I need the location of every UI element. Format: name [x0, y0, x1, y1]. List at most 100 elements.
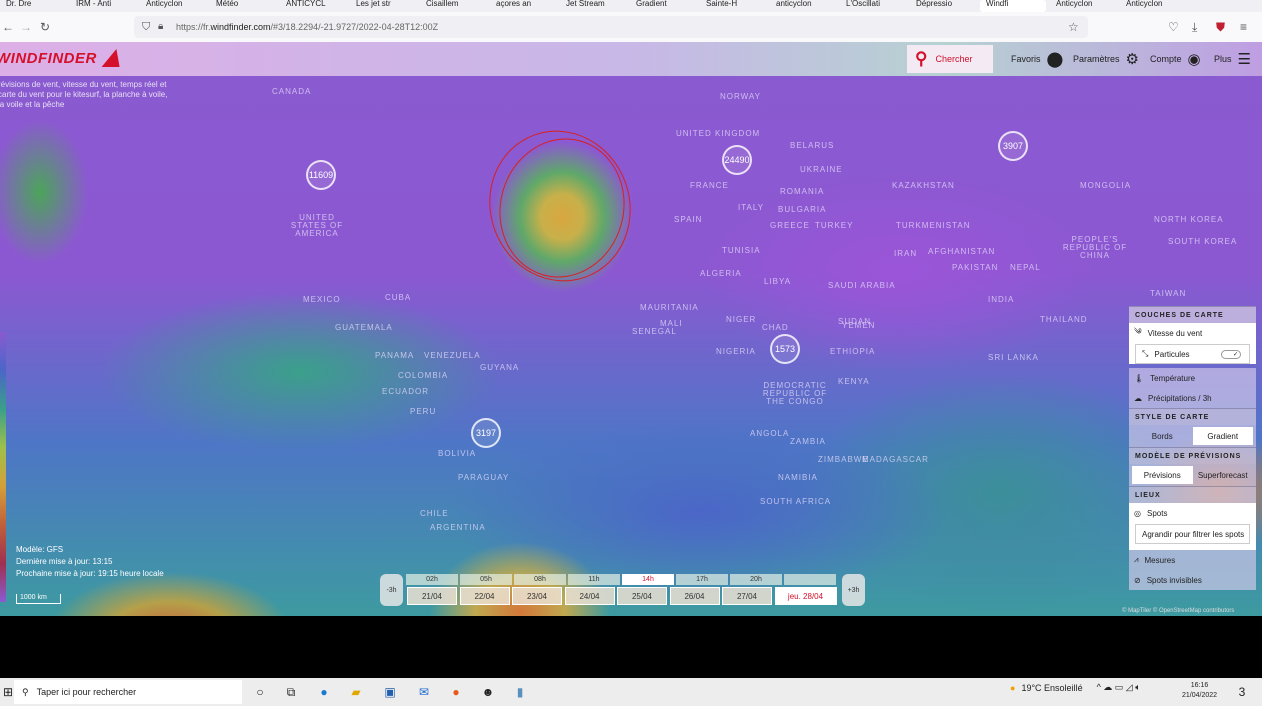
app-icon[interactable]: ▮ [512, 684, 528, 700]
settings-button[interactable]: Paramètres ⚙ [1073, 50, 1139, 68]
clock[interactable]: 16:16 21/04/2022 [1182, 681, 1217, 701]
browser-tab[interactable]: L'Oscillati [840, 0, 906, 12]
tray-icons[interactable]: ^ ☁ ▭ ◿ 🔈︎ [1097, 682, 1141, 693]
country-label: PANAMA [375, 351, 415, 360]
day-button[interactable]: 23/04 [512, 587, 562, 605]
browser-tab[interactable]: Sainte-H [700, 0, 766, 12]
country-label: KAZAKHSTAN [892, 181, 955, 190]
task-view-icon[interactable]: ⧉ [283, 684, 299, 700]
spot-cluster[interactable]: 3197 [471, 418, 501, 448]
browser-tab[interactable]: Jet Stream [560, 0, 626, 12]
hour-tick[interactable]: 08h [514, 574, 566, 585]
reload-icon[interactable]: ↻ [40, 20, 50, 34]
style-borders-button[interactable]: Bords [1132, 427, 1193, 445]
country-label: CUBA [385, 293, 412, 302]
country-label: GUATEMALA [335, 323, 393, 332]
browser-tab[interactable]: Anticyclon [1120, 0, 1186, 12]
spot-cluster[interactable]: 1573 [770, 334, 800, 364]
browser-tab[interactable]: anticyclon [770, 0, 836, 12]
layer-wind-speed[interactable]: ༄ Vitesse du vent [1129, 323, 1256, 343]
store-icon[interactable]: ▣ [382, 684, 398, 700]
day-button[interactable]: 27/04 [722, 587, 772, 605]
browser-tab[interactable]: ANTICYCL [280, 0, 346, 12]
country-label: UNITED STATES OF AMERICA [290, 213, 344, 238]
wind-map[interactable]: CANADA UNITED STATES OF AMERICA MEXICO CUBA… [0, 42, 1262, 616]
spots-row[interactable]: ◎ Spots [1129, 503, 1256, 523]
wind-label: Vitesse du vent [1147, 328, 1203, 338]
measures-row[interactable]: ⩘ Mesures [1129, 550, 1256, 570]
hour-tick[interactable]: 05h [460, 574, 512, 585]
next-3h-button[interactable]: +3h [842, 574, 865, 606]
style-gradient-button[interactable]: Gradient [1192, 427, 1253, 445]
browser-tab[interactable]: Cisaillem [420, 0, 486, 12]
day-button[interactable]: 22/04 [459, 587, 510, 605]
superforecast-button[interactable]: Superforecast [1193, 466, 1254, 484]
day-button[interactable]: 25/04 [617, 587, 667, 605]
day-button[interactable]: jeu. 28/04 [774, 587, 837, 605]
particles-toggle[interactable]: ✓ [1221, 349, 1241, 359]
favorites-button[interactable]: Favoris ⬤ [1011, 50, 1063, 68]
hour-tick[interactable]: 02h [406, 574, 458, 585]
download-icon[interactable]: ⤓ [1192, 20, 1197, 35]
precip-label: Précipitations / 3h [1148, 393, 1212, 403]
country-label: TURKMENISTAN [896, 221, 971, 230]
menu-icon[interactable]: ≡ [1240, 20, 1247, 34]
hour-tick[interactable]: 20h [730, 574, 782, 585]
layer-temperature[interactable]: 🌡︎ Température [1129, 368, 1256, 388]
browser-tab[interactable]: Dr. Dre [0, 0, 66, 12]
hour-tick[interactable]: 14h [622, 574, 674, 585]
country-label: THAILAND [1040, 315, 1088, 324]
firefox-icon[interactable]: ● [448, 684, 464, 700]
notifications-icon[interactable]: 3 [1234, 684, 1250, 700]
forward-icon[interactable]: → [20, 20, 32, 34]
layers-heading: COUCHES DE CARTE [1129, 306, 1256, 323]
country-label: NIGERIA [716, 347, 756, 356]
browser-tab[interactable]: Les jet str [350, 0, 416, 12]
model-name: Modèle: GFS [16, 545, 64, 554]
hour-tick[interactable]: 11h [568, 574, 620, 585]
mail-icon[interactable]: ✉ [416, 684, 432, 700]
cortana-icon[interactable]: ○ [252, 684, 268, 700]
browser-tab[interactable]: Gradient [630, 0, 696, 12]
invisible-spots-row[interactable]: ⊘ Spots invisibles [1129, 570, 1256, 590]
spot-cluster[interactable]: 3907 [998, 131, 1028, 161]
browser-tab[interactable]: Windfi [980, 0, 1046, 12]
spot-cluster[interactable]: 11609 [306, 160, 336, 190]
edge-icon[interactable]: ● [316, 684, 332, 700]
back-icon[interactable]: ← [2, 20, 14, 34]
bookmark-star-icon[interactable]: ☆ [1068, 16, 1079, 38]
forecast-button[interactable]: Prévisions [1132, 466, 1193, 484]
browser-tab[interactable]: Dépressio [910, 0, 976, 12]
search-button[interactable]: ⚲ Chercher [907, 45, 993, 73]
browser-tab[interactable]: açores an [490, 0, 556, 12]
account-button[interactable]: Compte ◉ [1150, 50, 1201, 68]
extension-icon[interactable]: ⛊ [1216, 20, 1225, 35]
taskbar-search[interactable]: ⚲ Taper ici pour rechercher [14, 680, 242, 704]
browser-tab[interactable]: Météo [210, 0, 276, 12]
country-label: SAUDI ARABIA [828, 281, 896, 290]
prev-3h-button[interactable]: -3h [380, 574, 403, 606]
particles-toggle-row[interactable]: ⤡ Particules ✓ [1135, 344, 1250, 364]
more-button[interactable]: Plus ☰ [1214, 50, 1251, 68]
spots-hint: Agrandir pour filtrer les spots [1135, 524, 1250, 544]
windows-taskbar: ⊞ ⚲ Taper ici pour rechercher ○ ⧉ ● ▰ ▣ ✉… [0, 678, 1262, 706]
address-bar[interactable]: ⛉ 🔒︎ https://fr.windfinder.com/#3/18.229… [134, 16, 1088, 38]
alien-app-icon[interactable]: ☻ [480, 684, 496, 700]
hour-tick[interactable]: 17h [676, 574, 728, 585]
browser-tab[interactable]: Anticyclon [140, 0, 206, 12]
map-credits[interactable]: © MapTiler © OpenStreetMap contributors [1122, 608, 1234, 614]
file-explorer-icon[interactable]: ▰ [348, 684, 364, 700]
day-button[interactable]: 26/04 [669, 587, 720, 605]
windfinder-logo[interactable]: WINDFINDER [0, 50, 97, 67]
browser-tab[interactable]: Anticyclon [1050, 0, 1116, 12]
weather-text[interactable]: 19°C Ensoleillé [1021, 683, 1082, 693]
day-button[interactable]: 21/04 [407, 587, 457, 605]
layer-precipitation[interactable]: ☁ Précipitations / 3h [1129, 388, 1256, 408]
browser-tab[interactable]: IRM - Anti [70, 0, 136, 12]
pocket-icon[interactable]: ♡ [1168, 20, 1179, 34]
spot-cluster[interactable]: 24490 [722, 145, 752, 175]
url-path: /#3/18.2294/-21.9727/2022-04-28T12:00Z [270, 22, 439, 32]
country-label: PERU [410, 407, 437, 416]
next-update: Prochaine mise à jour: 19:15 heure local… [16, 569, 164, 578]
day-button[interactable]: 24/04 [564, 587, 615, 605]
